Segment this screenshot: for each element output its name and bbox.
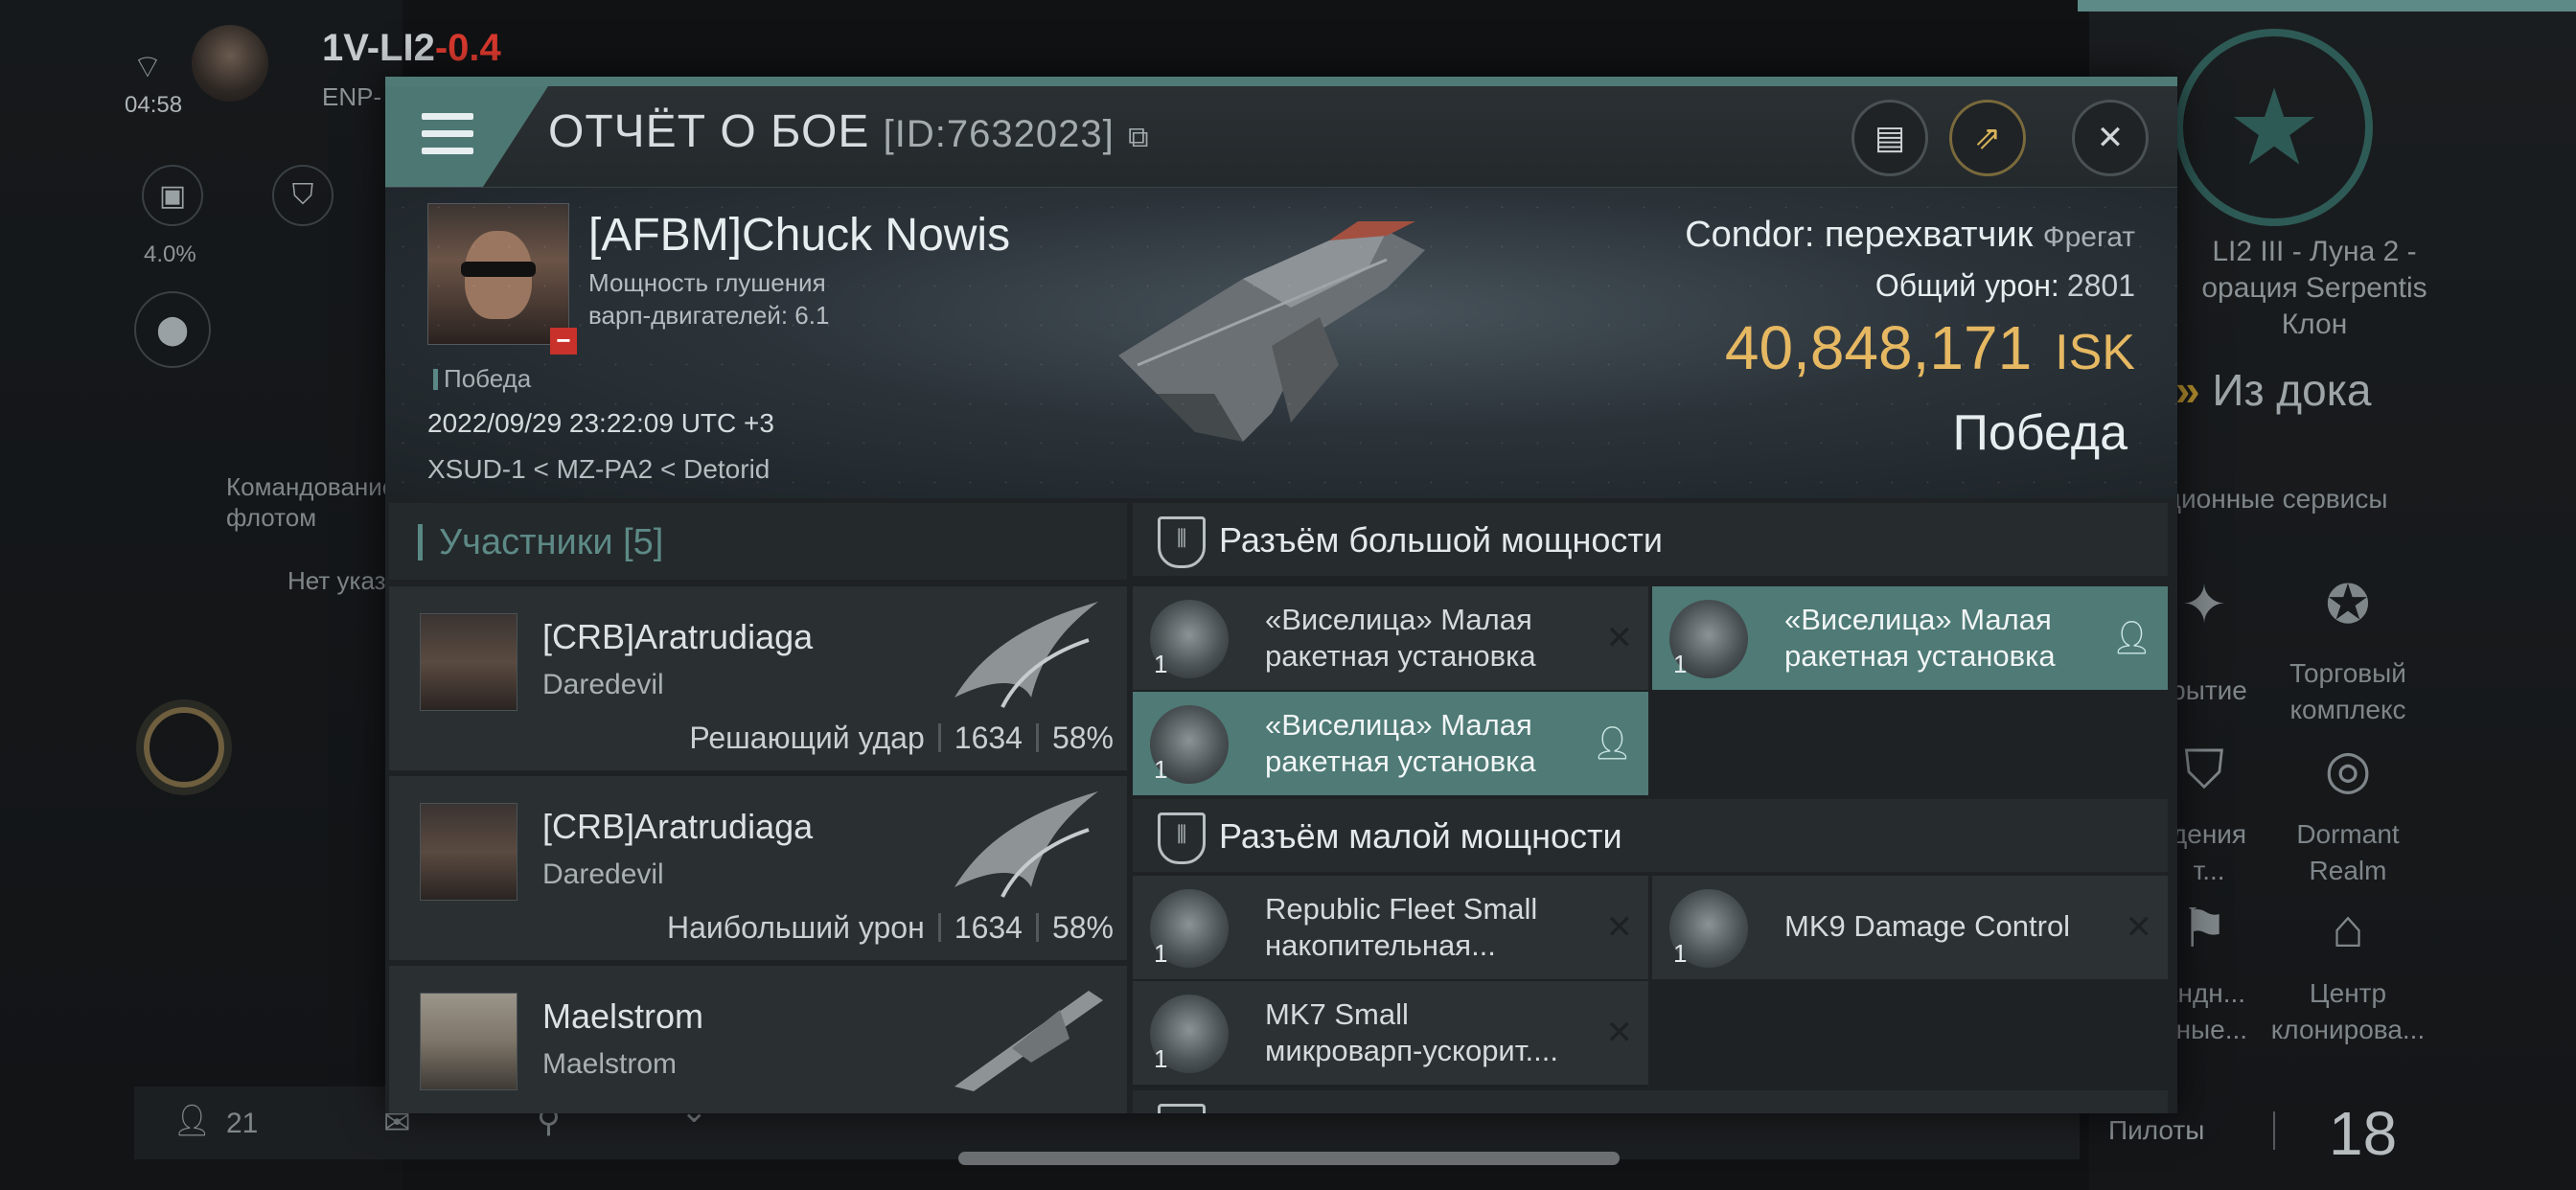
victim-name[interactable]: [AFBM]Chuck Nowis	[588, 209, 1010, 262]
participant-ship-image	[954, 791, 1098, 898]
participants-header: Участники [5]	[389, 503, 1127, 580]
victim-hero-panel: − [AFBM]Chuck Nowis Мощность глушения ва…	[385, 188, 2177, 498]
module-item[interactable]: 1 «Виселица» Малая ракетная установка 👤︎	[1652, 586, 2168, 690]
dormant-realm-label[interactable]: Dormant Realm	[2271, 816, 2425, 889]
structure-icon[interactable]: ⛉	[272, 165, 334, 226]
divider	[2273, 1111, 2275, 1150]
participant-stats: Наибольший урон 1634 58%	[667, 910, 1114, 945]
participant-ship: Daredevil	[542, 858, 664, 890]
module-item[interactable]: 1 «Виселица» Малая ракетная установка ✕	[1133, 586, 1648, 690]
combat-report-dialog: ОТЧЁТ О БОЕ [ID:7632023] ⧉ ▤ ⇗ ✕ − [AFBM…	[385, 77, 2177, 1113]
player-avatar[interactable]	[192, 25, 268, 102]
victim-ship-image[interactable]	[1099, 202, 1463, 451]
flag-icon: ⚑	[2179, 898, 2229, 958]
document-icon: ▤	[1874, 120, 1906, 156]
participant-avatar	[420, 803, 518, 901]
participant-avatar	[420, 613, 518, 711]
participant-name: Maelstrom	[542, 996, 704, 1036]
close-icon: ✕	[2096, 120, 2125, 156]
right-panel-accent-bar	[2078, 0, 2576, 11]
participant-row[interactable]: Maelstrom Maelstrom	[389, 966, 1127, 1113]
high-slot-icon: ⫼	[1158, 516, 1206, 568]
pilots-label: Пилоты	[2108, 1115, 2205, 1145]
module-item[interactable]: 1 MK7 Small микроварп-ускорит.... ✕	[1133, 981, 1648, 1085]
report-id: [ID:7632023]	[883, 113, 1115, 155]
result-label: Победа	[1952, 405, 2128, 461]
station-name: LI2 III - Луна 2 - орация Serpentis Клон	[2201, 236, 2427, 340]
participant-stats: Решающий удар 1634 58%	[689, 721, 1114, 755]
kill-datetime: 2022/09/29 23:22:09 UTC +3	[427, 408, 774, 438]
participant-row[interactable]: [CRB]Aratrudiaga Daredevil Решающий удар…	[389, 586, 1127, 770]
participant-row[interactable]: [CRB]Aratrudiaga Daredevil Наибольший ур…	[389, 776, 1127, 960]
low-slot-header: ⫼ Разъём малой мощности	[1133, 799, 2168, 872]
participant-ship-image	[954, 602, 1098, 708]
market-icon: ✪	[2325, 574, 2371, 634]
participant-avatar	[420, 993, 518, 1090]
participant-name: [CRB]Aratrudiaga	[542, 807, 814, 846]
sparkle-icon: ✦	[2181, 574, 2227, 634]
destroyed-icon: ✕	[1605, 1015, 1634, 1051]
clone-center-label[interactable]: Центр клонирова...	[2262, 975, 2434, 1048]
region-label: ENP-	[322, 82, 382, 111]
shield-icon: ⛉	[2184, 739, 2224, 799]
destroyed-icon: ✕	[1605, 620, 1634, 656]
module-item[interactable]: 1 Republic Fleet Small накопительная... …	[1133, 876, 1648, 979]
participant-ship: Maelstrom	[542, 1048, 678, 1080]
participant-ship: Daredevil	[542, 669, 664, 700]
next-slot-header: ⫼	[1133, 1090, 2168, 1113]
cargo-percent: 4.0%	[144, 241, 196, 267]
share-button[interactable]: ⇗	[1949, 100, 2026, 176]
high-slot-header: ⫼ Разъём большой мощности	[1133, 503, 2168, 576]
participant-ship-image	[954, 991, 1103, 1091]
share-icon: ⇗	[1973, 120, 2002, 156]
menu-icon	[422, 113, 473, 165]
portal-icon: ◎	[2324, 739, 2372, 799]
undock-button[interactable]: » Из дока	[2175, 364, 2371, 416]
target-ring-icon[interactable]	[144, 707, 224, 788]
cargo-icon[interactable]: ▣	[142, 165, 203, 226]
signal-icon: ⌔	[132, 49, 163, 85]
pilots-count: 18	[2329, 1099, 2398, 1168]
warp-disruption-strength: Мощность глушения варп-двигателей: 6.1	[588, 268, 830, 330]
isk-value: 40,848,171 ISK	[1724, 313, 2135, 382]
faction-emblem-icon: ★	[2175, 29, 2373, 226]
victim-ship[interactable]: Condor: перехватчик Фрегат	[1685, 215, 2135, 256]
market-tile-label[interactable]: Торговый комплекс	[2271, 655, 2425, 728]
module-item[interactable]: 1 «Виселица» Малая ракетная установка 👤︎	[1133, 692, 1648, 795]
victim-portrait[interactable]	[427, 203, 569, 345]
dialog-title: ОТЧЁТ О БОЕ [ID:7632023] ⧉	[548, 106, 1150, 157]
participant-name: [CRB]Aratrudiaga	[542, 617, 814, 656]
local-chat-icon[interactable]: 👤︎	[172, 1102, 212, 1138]
total-damage: Общий урон: 2801	[1874, 268, 2135, 303]
result-label-small: Победа	[433, 364, 531, 394]
document-button[interactable]: ▤	[1852, 100, 1928, 176]
destroyed-icon: ✕	[1605, 909, 1634, 946]
location-pin-icon[interactable]: ⬤	[134, 291, 211, 368]
local-count: 21	[226, 1108, 259, 1139]
fleet-command-label: Командование флотом	[226, 472, 397, 532]
dropped-user-icon: 👤︎	[2110, 620, 2152, 656]
not-specified-label: Нет указ	[288, 566, 386, 595]
clone-icon: ⌂	[2332, 898, 2364, 958]
copy-icon[interactable]: ⧉	[1128, 122, 1149, 153]
destroyed-icon: ✕	[2125, 909, 2153, 946]
home-indicator[interactable]	[958, 1152, 1620, 1165]
system-name[interactable]: 1V-LI2-0.4	[322, 27, 501, 70]
module-item[interactable]: 1 MK9 Damage Control ✕	[1652, 876, 2168, 979]
hud-clock: 04:58	[125, 92, 183, 118]
dropped-user-icon: 👤︎	[1591, 725, 1633, 762]
chevron-right-icon: »	[2175, 365, 2200, 415]
slot-icon: ⫼	[1158, 1104, 1206, 1113]
services-label: ционные сервисы	[2166, 484, 2388, 514]
kill-location[interactable]: XSUD-1 < MZ-PA2 < Detorid	[427, 454, 770, 485]
low-slot-icon: ⫼	[1158, 812, 1206, 864]
close-button[interactable]: ✕	[2072, 100, 2149, 176]
corp-standing-icon: −	[550, 328, 577, 355]
dialog-accent-line	[385, 77, 2177, 86]
